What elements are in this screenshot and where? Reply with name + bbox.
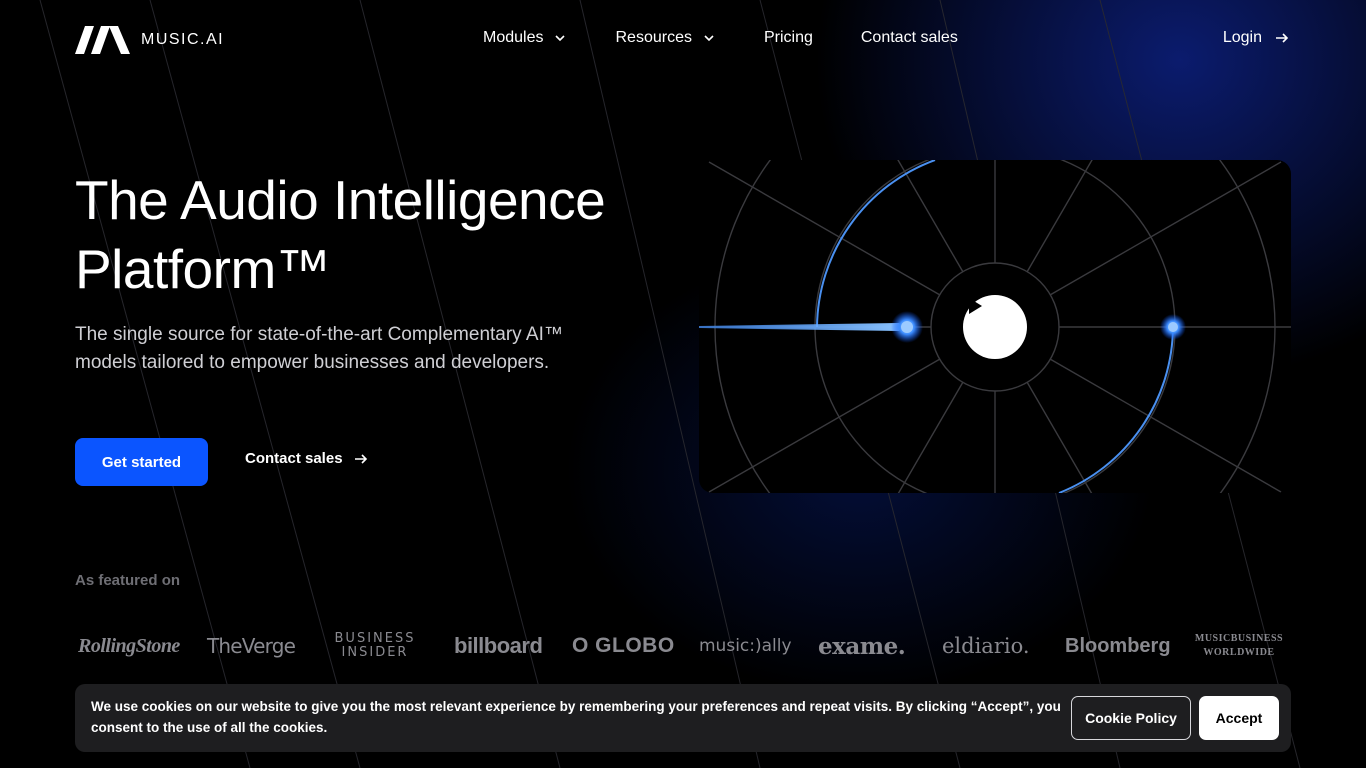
get-started-button[interactable]: Get started — [75, 438, 208, 486]
login-link[interactable]: Login — [1223, 29, 1290, 47]
press-logo-oglobo: O GLOBO — [572, 634, 675, 657]
arrow-right-icon — [1276, 33, 1289, 43]
main-nav: Modules Resources Pricing Contact sales — [483, 29, 1006, 47]
press-logos: RollingStone TheVerge BUSINESS INSIDER b… — [75, 626, 1291, 666]
music-ai-logo-icon — [75, 26, 130, 54]
brand-name: MUSIC.AI — [141, 31, 225, 48]
hero-video[interactable] — [699, 160, 1291, 493]
nav-modules[interactable]: Modules — [483, 29, 567, 47]
accept-cookies-button[interactable]: Accept — [1199, 696, 1279, 740]
arrow-right-icon — [354, 453, 367, 464]
nav-resources-label: Resources — [615, 29, 692, 46]
hero-subtitle: The single source for state-of-the-art C… — [75, 324, 563, 373]
nav-contact-sales[interactable]: Contact sales — [861, 29, 958, 47]
brand-logo[interactable]: MUSIC.AI — [75, 26, 224, 54]
hero-title-line2: Platform™ — [75, 238, 331, 300]
cookie-banner: We use cookies on our website to give yo… — [75, 684, 1291, 752]
hero-title-line1: The Audio Intelligence — [75, 169, 606, 231]
press-logo-musicbusiness-worldwide: MUSICBUSINESS WORLDWIDE — [1194, 633, 1284, 658]
cookie-policy-button[interactable]: Cookie Policy — [1071, 696, 1191, 740]
cookie-message: We use cookies on our website to give yo… — [91, 699, 1061, 735]
nav-pricing-label: Pricing — [763, 29, 813, 46]
contact-sales-link[interactable]: Contact sales — [245, 450, 369, 467]
login-label: Login — [1222, 29, 1262, 46]
press-logo-billboard: billboard — [454, 633, 543, 658]
press-logo-musically: music:)ally — [699, 636, 792, 656]
contact-sales-label: Contact sales — [245, 450, 343, 467]
play-icon — [969, 298, 982, 314]
press-logo-rollingstone: RollingStone — [78, 634, 180, 657]
chevron-down-icon — [555, 35, 566, 42]
press-logo-business-insider: BUSINESS INSIDER — [334, 631, 416, 660]
press-logo-exame: exame. — [818, 632, 906, 660]
nav-pricing[interactable]: Pricing — [764, 29, 813, 47]
press-logo-bloomberg: Bloomberg — [1065, 634, 1171, 657]
hero-title: The Audio Intelligence Platform™ — [75, 166, 675, 304]
chevron-down-icon — [704, 35, 714, 42]
press-logo-eldiario: eldiario. — [942, 634, 1030, 658]
site-header: MUSIC.AI Modules Resources Pricing Conta… — [0, 0, 1366, 78]
featured-label: As featured on — [75, 572, 181, 589]
press-logo-theverge: TheVerge — [207, 634, 296, 658]
nav-resources[interactable]: Resources — [615, 29, 715, 47]
play-button[interactable] — [963, 295, 1027, 359]
nav-modules-label: Modules — [483, 29, 544, 46]
nav-contact-sales-label: Contact sales — [860, 29, 958, 46]
